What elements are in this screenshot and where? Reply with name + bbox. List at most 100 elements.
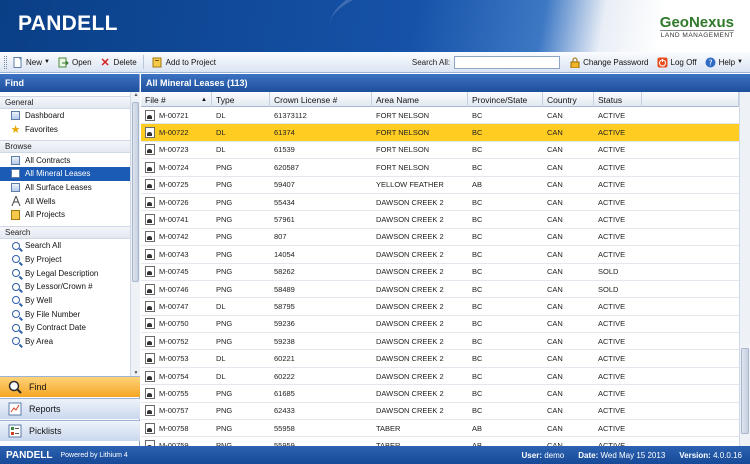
table-row[interactable]: M-00746 PNG 58489 DAWSON CREEK 2 BC CAN SOLD [141, 281, 739, 299]
nav-by-project[interactable]: By Project [0, 253, 130, 267]
scrollbar-thumb[interactable] [741, 348, 749, 434]
cell-text: 59236 [274, 319, 295, 329]
table-row[interactable]: M-00757 PNG 62433 DAWSON CREEK 2 BC CAN ACTIVE [141, 403, 739, 421]
col-label: Area Name [376, 94, 419, 105]
reports-button[interactable]: Reports [0, 398, 140, 419]
cell-text: FORT NELSON [376, 110, 430, 120]
col-file-number[interactable]: File # ▲ [141, 92, 212, 107]
cell-text: CAN [547, 249, 563, 259]
table-row[interactable]: M-00745 PNG 58262 DAWSON CREEK 2 BC CAN SOLD [141, 264, 739, 281]
lease-document-icon [145, 214, 155, 226]
table-row[interactable]: M-00726 PNG 55434 DAWSON CREEK 2 BC CAN ACTIVE [141, 194, 739, 212]
table-row[interactable]: M-00752 PNG 59238 DAWSON CREEK 2 BC CAN ACTIVE [141, 333, 739, 351]
nav-dashboard[interactable]: Dashboard [0, 109, 130, 123]
cell-text: PNG [216, 423, 233, 433]
cell-text: 58795 [274, 301, 295, 311]
nav-by-file-number[interactable]: By File Number [0, 307, 130, 321]
col-status[interactable]: Status [594, 92, 642, 107]
table-row[interactable]: M-00758 PNG 55958 TABER AB CAN ACTIVE [141, 420, 739, 438]
nav-by-legal-description[interactable]: By Legal Description [0, 266, 130, 280]
cell-text: 61374 [274, 128, 295, 138]
nav-all-contracts[interactable]: All Contracts [0, 153, 130, 167]
table-cell: M-00753 [141, 350, 212, 366]
user-value: demo [544, 450, 565, 460]
toolbar-grip[interactable] [4, 55, 7, 69]
cell-text: 807 [274, 232, 287, 242]
search-all-input[interactable] [454, 55, 561, 69]
table-row[interactable]: M-00753 DL 60221 DAWSON CREEK 2 BC CAN ACTIVE [141, 350, 739, 368]
change-password-button[interactable]: Change Password [566, 54, 651, 71]
cell-text: M-00741 [159, 215, 189, 225]
cell-text: CAN [547, 423, 563, 433]
table-row[interactable]: M-00722 DL 61374 FORT NELSON BC CAN ACTIVE [141, 124, 739, 142]
cell-text: M-00746 [159, 284, 189, 294]
picklists-button[interactable]: Picklists [0, 420, 140, 441]
table-row[interactable]: M-00741 PNG 57961 DAWSON CREEK 2 BC CAN ACTIVE [141, 211, 739, 229]
find-panel-title: Find [0, 74, 139, 92]
table-row[interactable]: M-00743 PNG 14054 DAWSON CREEK 2 BC CAN ACTIVE [141, 246, 739, 264]
table-cell: 61373112 [270, 107, 372, 123]
scrollbar-thumb[interactable] [132, 102, 139, 282]
table-row[interactable]: M-00747 DL 58795 DAWSON CREEK 2 BC CAN ACTIVE [141, 298, 739, 316]
nav-by-well[interactable]: By Well [0, 294, 130, 308]
table-cell: ACTIVE [594, 350, 642, 366]
brand-title: GeoNexus [659, 14, 734, 31]
delete-button[interactable]: ✕ Delete [97, 54, 140, 71]
open-button[interactable]: Open [55, 54, 95, 71]
nav-by-lessor-crown[interactable]: By Lessor/Crown # [0, 280, 130, 294]
table-row[interactable]: M-00725 PNG 59407 YELLOW FEATHER AB CAN ACTIVE [141, 177, 739, 194]
nav-all-wells[interactable]: All Wells [0, 194, 130, 208]
logoff-button[interactable]: Log Off [654, 54, 700, 71]
nav-by-area[interactable]: By Area [0, 335, 130, 349]
nav-all-mineral-leases[interactable]: All Mineral Leases [0, 167, 130, 181]
col-area-name[interactable]: Area Name [372, 92, 468, 107]
nav-search-all[interactable]: Search All [0, 239, 130, 253]
cell-text: BC [472, 388, 483, 398]
table-cell: PNG [212, 264, 270, 280]
table-row[interactable]: M-00721 DL 61373112 FORT NELSON BC CAN ACTIVE [141, 107, 739, 125]
grid-scrollbar[interactable] [739, 92, 750, 446]
table-row[interactable]: M-00750 PNG 59236 DAWSON CREEK 2 BC CAN ACTIVE [141, 316, 739, 334]
cell-text: ACTIVE [598, 180, 626, 190]
cell-text: BC [472, 197, 483, 207]
nav-all-projects[interactable]: All Projects [0, 208, 130, 222]
nav-all-surface-leases[interactable]: All Surface Leases [0, 181, 130, 195]
col-crown-license[interactable]: Crown License # [270, 92, 372, 107]
cell-text: BC [472, 406, 483, 416]
chevron-down-icon: ▼ [737, 59, 743, 65]
table-cell: DAWSON CREEK 2 [372, 281, 468, 297]
nav-favorites[interactable]: ★ Favorites [0, 123, 130, 137]
table-cell: 620587 [270, 159, 372, 175]
table-row[interactable]: M-00724 PNG 620587 FORT NELSON BC CAN ACTIVE [141, 159, 739, 177]
lease-document-icon [145, 196, 155, 208]
find-nav-scrollbar[interactable]: ▲ ▼ [130, 92, 140, 378]
nav-by-contract-date[interactable]: By Contract Date [0, 321, 130, 335]
cell-text: 14054 [274, 249, 295, 259]
add-to-project-button[interactable]: Add to Project [149, 54, 219, 71]
table-cell: CAN [543, 211, 594, 227]
table-row[interactable]: M-00759 PNG 55959 TABER AB CAN ACTIVE [141, 437, 739, 446]
mineral-leases-panel: All Mineral Leases (113) File # ▲ Type Cr… [141, 74, 750, 446]
lease-document-icon [145, 127, 155, 139]
cell-text: CAN [547, 354, 563, 364]
col-province-state[interactable]: Province/State [468, 92, 543, 107]
table-cell: M-00724 [141, 159, 212, 175]
cell-text: CAN [547, 145, 563, 155]
scroll-up-icon[interactable]: ▲ [132, 92, 140, 100]
table-cell: 55434 [270, 194, 372, 210]
table-row[interactable]: M-00755 PNG 61685 DAWSON CREEK 2 BC CAN ACTIVE [141, 385, 739, 403]
table-cell: CAN [543, 437, 594, 446]
table-row[interactable]: M-00742 PNG 807 DAWSON CREEK 2 BC CAN ACTIVE [141, 229, 739, 247]
cell-text: SOLD [598, 284, 619, 294]
table-row[interactable]: M-00754 DL 60222 DAWSON CREEK 2 BC CAN ACTIVE [141, 368, 739, 386]
col-country[interactable]: Country [543, 92, 594, 107]
find-button[interactable]: Find [0, 376, 140, 397]
table-cell: 59238 [270, 333, 372, 349]
table-row[interactable]: M-00723 DL 61539 FORT NELSON BC CAN ACTIVE [141, 142, 739, 160]
cell-text: DAWSON CREEK 2 [376, 301, 444, 311]
help-button[interactable]: ? Help ▼ [702, 54, 746, 71]
new-button[interactable]: New ▼ [9, 54, 53, 71]
cell-text: ACTIVE [598, 215, 626, 225]
table-cell: DAWSON CREEK 2 [372, 229, 468, 245]
col-type[interactable]: Type [212, 92, 270, 107]
